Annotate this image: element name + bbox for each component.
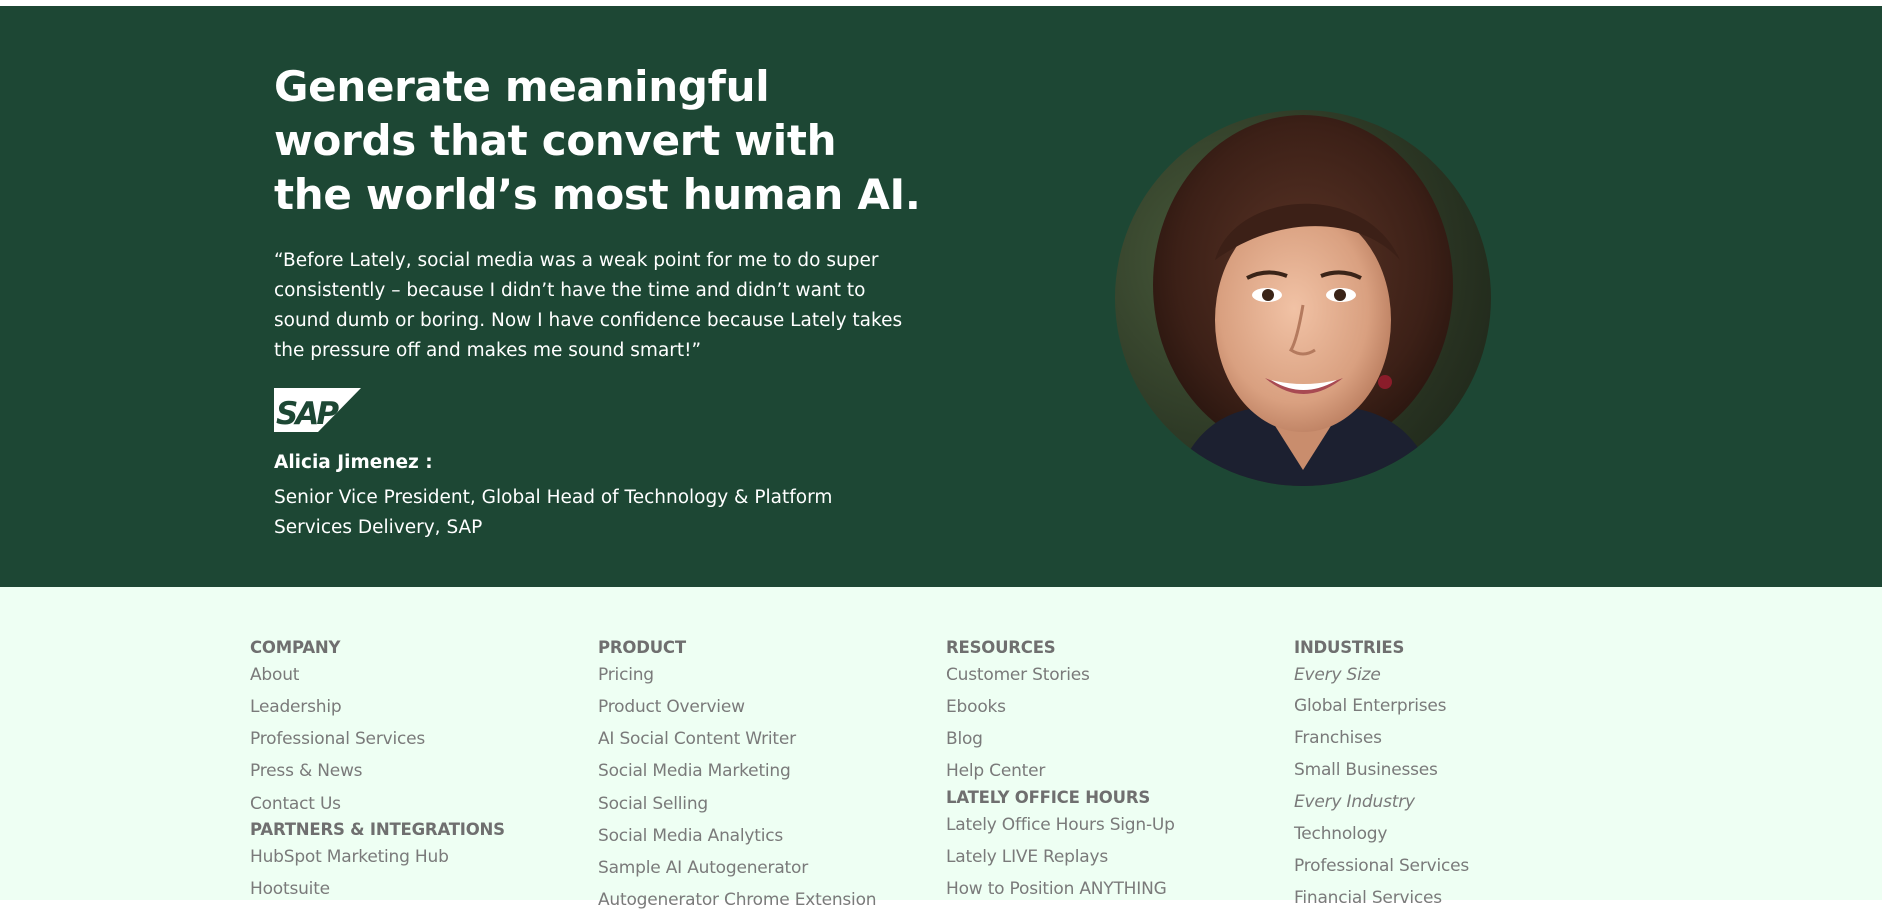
testimonial-portrait-photo [1115,110,1491,486]
footer-link-hubspot[interactable]: HubSpot Marketing Hub [250,847,449,867]
footer-heading-company: COMPANY [250,638,341,657]
footer-link-help-center[interactable]: Help Center [946,761,1045,781]
footer-link-leadership[interactable]: Leadership [250,697,342,717]
footer-subheading-every-industry: Every Industry [1294,792,1415,812]
footer-link-live-replays[interactable]: Lately LIVE Replays [946,847,1108,867]
sap-logo: SAP [274,388,361,432]
footer-link-autogenerator-chrome-extension[interactable]: Autogenerator Chrome Extension [598,890,877,910]
footer-subheading-every-size: Every Size [1294,665,1381,685]
footer-link-office-hours-signup[interactable]: Lately Office Hours Sign-Up [946,815,1175,835]
footer-link-ebooks[interactable]: Ebooks [946,697,1006,717]
footer-link-customer-stories[interactable]: Customer Stories [946,665,1090,685]
footer-link-financial-services[interactable]: Financial Services [1294,888,1442,908]
footer-link-sample-ai-autogenerator[interactable]: Sample AI Autogenerator [598,858,808,878]
svg-text:SAP: SAP [276,396,339,432]
footer-link-pricing[interactable]: Pricing [598,665,654,685]
footer-heading-office-hours: LATELY OFFICE HOURS [946,788,1151,807]
footer-link-about[interactable]: About [250,665,299,685]
site-footer: COMPANY About Leadership Professional Se… [0,587,1882,910]
footer-link-technology[interactable]: Technology [1294,824,1387,844]
footer-link-small-businesses[interactable]: Small Businesses [1294,760,1438,780]
footer-link-blog[interactable]: Blog [946,729,983,749]
testimonial-author-title: Senior Vice President, Global Head of Te… [274,487,833,538]
footer-heading-industries: INDUSTRIES [1294,638,1405,657]
footer-link-professional-services[interactable]: Professional Services [250,729,425,749]
hero-headline: Generate meaningful words that convert w… [274,62,921,219]
footer-link-social-media-analytics[interactable]: Social Media Analytics [598,826,783,846]
footer-heading-partners: PARTNERS & INTEGRATIONS [250,820,505,839]
footer-link-social-selling[interactable]: Social Selling [598,794,708,814]
footer-link-ai-social-content-writer[interactable]: AI Social Content Writer [598,729,796,749]
footer-heading-product: PRODUCT [598,638,686,657]
footer-link-position-anything[interactable]: How to Position ANYTHING [946,879,1167,899]
footer-link-press-news[interactable]: Press & News [250,761,363,781]
footer-heading-resources: RESOURCES [946,638,1056,657]
footer-link-product-overview[interactable]: Product Overview [598,697,745,717]
testimonial-quote: “Before Lately, social media was a weak … [274,250,903,361]
footer-link-hootsuite[interactable]: Hootsuite [250,879,330,899]
footer-link-franchises[interactable]: Franchises [1294,728,1382,748]
footer-link-professional-services-industry[interactable]: Professional Services [1294,856,1469,876]
testimonial-section: Generate meaningful words that convert w… [0,6,1882,587]
footer-link-contact-us[interactable]: Contact Us [250,794,341,814]
footer-link-global-enterprises[interactable]: Global Enterprises [1294,696,1447,716]
testimonial-author-name: Alicia Jimenez : [274,452,433,473]
footer-link-social-media-marketing[interactable]: Social Media Marketing [598,761,791,781]
